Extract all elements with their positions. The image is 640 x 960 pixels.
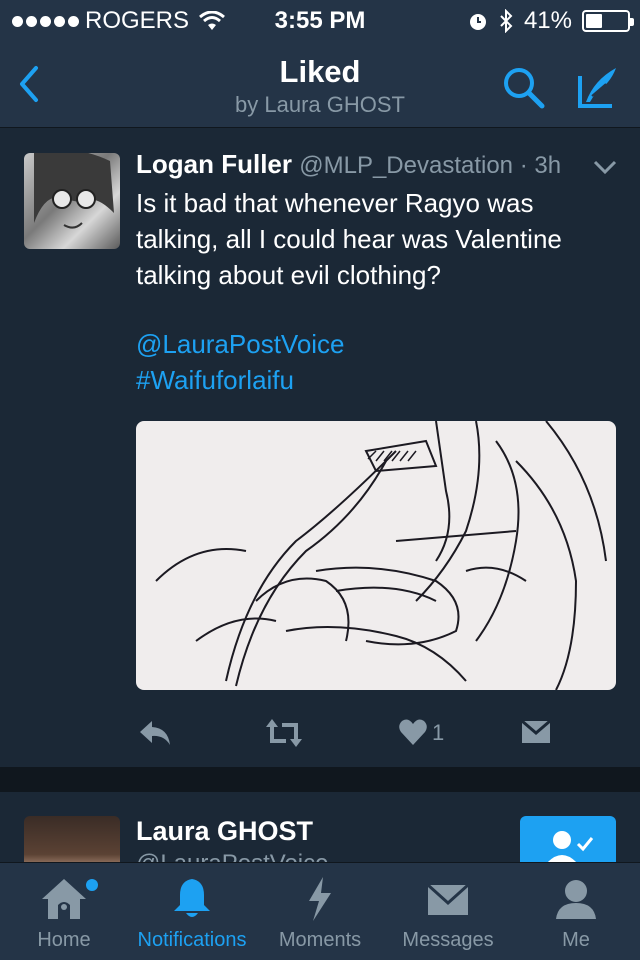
alarm-icon: [469, 14, 486, 30]
chevron-down-icon[interactable]: [592, 157, 618, 177]
following-button[interactable]: [520, 816, 616, 862]
tab-moments[interactable]: Moments: [256, 863, 384, 960]
tweet-media-image[interactable]: [136, 421, 616, 690]
tab-label: Notifications: [137, 929, 247, 951]
tab-label: Me: [562, 929, 590, 951]
tab-label: Moments: [278, 929, 362, 951]
bottom-tab-bar: Home Notifications Moments Messages Me: [0, 862, 640, 960]
profile-handle: @LauraPostVoice: [136, 850, 328, 862]
profile-avatar[interactable]: [24, 816, 120, 862]
status-bar: ROGERS 3:55 PM 41%: [0, 0, 640, 40]
battery-percent: 41%: [523, 7, 572, 34]
navigation-bar: Liked by Laura GHOST: [0, 40, 640, 128]
reply-icon[interactable]: [138, 715, 172, 751]
compose-tweet-icon[interactable]: [572, 62, 622, 112]
author-handle-timestamp: @MLP_Devastation · 3h: [299, 152, 562, 179]
envelope-icon: [426, 883, 470, 915]
tweet-text: Is it bad that whenever Ragyo was talkin…: [136, 188, 562, 290]
section-divider: [0, 767, 640, 792]
search-icon[interactable]: [500, 64, 546, 110]
like-heart-icon[interactable]: [398, 715, 428, 751]
sketch-drawing: [155, 421, 607, 690]
retweet-icon[interactable]: [264, 715, 304, 751]
battery-icon: [582, 10, 634, 32]
tab-label: Home: [37, 929, 91, 951]
tab-messages[interactable]: Messages: [384, 863, 512, 960]
new-content-badge: [86, 879, 98, 891]
tab-me[interactable]: Me: [512, 863, 640, 960]
tab-notifications[interactable]: Notifications: [128, 863, 256, 960]
direct-message-icon[interactable]: [520, 715, 552, 751]
author-avatar-image: [34, 153, 114, 229]
follow-person-check-icon: [548, 831, 594, 862]
tab-home[interactable]: Home: [0, 863, 128, 960]
bell-icon: [174, 879, 210, 917]
author-name[interactable]: Logan Fuller: [136, 149, 292, 179]
tab-label: Messages: [402, 929, 494, 951]
profile-card[interactable]: Laura GHOST @LauraPostVoice: [0, 792, 640, 862]
lightning-icon: [309, 877, 331, 921]
mention-link[interactable]: @LauraPostVoice: [136, 329, 345, 360]
home-icon: [42, 879, 86, 919]
tweet-actions: 1: [136, 715, 616, 751]
hashtag-link[interactable]: #Waifuforlaifu: [136, 365, 294, 396]
profile-name: Laura GHOST: [136, 816, 314, 846]
bluetooth-icon: [500, 9, 513, 33]
person-icon: [556, 880, 596, 919]
tweet-header: Logan Fuller @MLP_Devastation · 3h: [136, 149, 561, 180]
author-avatar[interactable]: [24, 153, 120, 249]
tweet-card[interactable]: Logan Fuller @MLP_Devastation · 3h Is it…: [0, 129, 640, 767]
like-count: 1: [432, 720, 445, 745]
